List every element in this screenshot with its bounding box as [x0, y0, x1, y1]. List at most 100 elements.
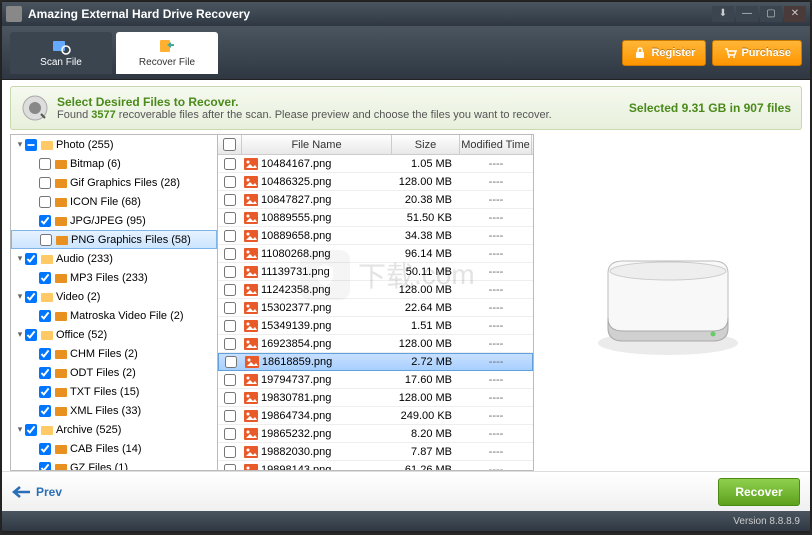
tree-checkbox[interactable] [39, 196, 51, 208]
table-row[interactable]: 11080268.png96.14 MB---- [218, 245, 533, 263]
tree-checkbox[interactable] [25, 291, 37, 303]
file-time: ---- [460, 176, 532, 188]
tree-checkbox[interactable] [39, 177, 51, 189]
tree-item[interactable]: Gif Graphics Files (28) [11, 173, 217, 192]
table-row[interactable]: 10484167.png1.05 MB---- [218, 155, 533, 173]
tree-item[interactable]: ODT Files (2) [11, 363, 217, 382]
table-row[interactable]: 19882030.png7.87 MB---- [218, 443, 533, 461]
tree-item[interactable]: GZ Files (1) [11, 458, 217, 471]
tree-checkbox[interactable] [40, 234, 52, 246]
table-row[interactable]: 15302377.png22.64 MB---- [218, 299, 533, 317]
row-checkbox[interactable] [224, 374, 236, 386]
file-size: 8.20 MB [392, 428, 460, 440]
tree-checkbox[interactable] [39, 310, 51, 322]
select-all-checkbox[interactable] [223, 138, 236, 151]
expand-icon[interactable]: ▾ [15, 329, 25, 340]
expand-icon[interactable]: ▾ [15, 253, 25, 264]
table-row[interactable]: 19830781.png128.00 MB---- [218, 389, 533, 407]
tree-item[interactable]: ▾Audio (233) [11, 249, 217, 268]
tree-item[interactable]: TXT Files (15) [11, 382, 217, 401]
category-tree[interactable]: ▾Photo (255)Bitmap (6)Gif Graphics Files… [10, 134, 218, 471]
minimize-button[interactable]: — [736, 6, 758, 22]
row-checkbox[interactable] [224, 284, 236, 296]
table-row[interactable]: 10889555.png51.50 KB---- [218, 209, 533, 227]
tree-item[interactable]: PNG Graphics Files (58) [11, 230, 217, 249]
tree-checkbox[interactable] [39, 405, 51, 417]
tree-checkbox[interactable] [39, 367, 51, 379]
table-row[interactable]: 19794737.png17.60 MB---- [218, 371, 533, 389]
tree-item[interactable]: Bitmap (6) [11, 154, 217, 173]
row-checkbox[interactable] [224, 464, 236, 471]
register-button[interactable]: Register [622, 40, 706, 66]
col-time[interactable]: Modified Time [460, 135, 532, 154]
tree-item[interactable]: XML Files (33) [11, 401, 217, 420]
tab-recover-file[interactable]: Recover File [116, 32, 218, 74]
tree-checkbox[interactable] [39, 215, 51, 227]
tree-checkbox[interactable] [25, 424, 37, 436]
table-row[interactable]: 10847827.png20.38 MB---- [218, 191, 533, 209]
tree-checkbox[interactable] [39, 348, 51, 360]
table-row[interactable]: 15349139.png1.51 MB---- [218, 317, 533, 335]
tree-item[interactable]: CHM Files (2) [11, 344, 217, 363]
row-checkbox[interactable] [224, 320, 236, 332]
tree-item[interactable]: ▾Office (52) [11, 325, 217, 344]
recover-button[interactable]: Recover [718, 478, 800, 506]
file-name: 15302377.png [261, 302, 331, 314]
tree-item[interactable]: ▾Archive (525) [11, 420, 217, 439]
table-row[interactable]: 18618859.png2.72 MB---- [218, 353, 533, 371]
row-checkbox[interactable] [224, 266, 236, 278]
row-checkbox[interactable] [224, 392, 236, 404]
tree-item[interactable]: Matroska Video File (2) [11, 306, 217, 325]
tree-item[interactable]: ▾Video (2) [11, 287, 217, 306]
row-checkbox[interactable] [224, 428, 236, 440]
tree-checkbox[interactable] [39, 462, 51, 472]
table-row[interactable]: 19864734.png249.00 KB---- [218, 407, 533, 425]
table-body[interactable]: 10484167.png1.05 MB----10486325.png128.0… [218, 155, 533, 470]
tree-item[interactable]: JPG/JPEG (95) [11, 211, 217, 230]
row-checkbox[interactable] [225, 356, 237, 368]
tree-item[interactable]: CAB Files (14) [11, 439, 217, 458]
table-row[interactable]: 10889658.png34.38 MB---- [218, 227, 533, 245]
tree-item[interactable]: MP3 Files (233) [11, 268, 217, 287]
png-icon [244, 194, 258, 206]
file-time: ---- [460, 410, 532, 422]
tree-checkbox[interactable] [25, 139, 37, 151]
maximize-button[interactable]: ▢ [760, 6, 782, 22]
prev-button[interactable]: Prev [12, 485, 62, 499]
row-checkbox[interactable] [224, 230, 236, 242]
table-row[interactable]: 19898143.png61.26 MB---- [218, 461, 533, 470]
tree-checkbox[interactable] [25, 329, 37, 341]
row-checkbox[interactable] [224, 446, 236, 458]
table-row[interactable]: 19865232.png8.20 MB---- [218, 425, 533, 443]
col-check[interactable] [218, 135, 242, 154]
tree-checkbox[interactable] [39, 386, 51, 398]
download-button[interactable]: ⬇ [712, 6, 734, 22]
expand-icon[interactable]: ▾ [15, 291, 25, 302]
tree-checkbox[interactable] [39, 272, 51, 284]
tree-checkbox[interactable] [39, 158, 51, 170]
col-name[interactable]: File Name [242, 135, 392, 154]
tree-item[interactable]: ▾Photo (255) [11, 135, 217, 154]
row-checkbox[interactable] [224, 194, 236, 206]
purchase-button[interactable]: Purchase [712, 40, 802, 66]
expand-icon[interactable]: ▾ [15, 424, 25, 435]
tab-scan-file[interactable]: Scan File [10, 32, 112, 74]
expand-icon[interactable]: ▾ [15, 139, 25, 150]
row-checkbox[interactable] [224, 248, 236, 260]
row-checkbox[interactable] [224, 212, 236, 224]
row-checkbox[interactable] [224, 176, 236, 188]
col-size[interactable]: Size [392, 135, 460, 154]
table-row[interactable]: 16923854.png128.00 MB---- [218, 335, 533, 353]
table-row[interactable]: 10486325.png128.00 MB---- [218, 173, 533, 191]
row-checkbox[interactable] [224, 302, 236, 314]
tree-checkbox[interactable] [39, 443, 51, 455]
table-row[interactable]: 11242358.png128.00 MB---- [218, 281, 533, 299]
tree-item[interactable]: ICON File (68) [11, 192, 217, 211]
tree-checkbox[interactable] [25, 253, 37, 265]
close-button[interactable]: ✕ [784, 6, 806, 22]
row-checkbox[interactable] [224, 338, 236, 350]
row-checkbox[interactable] [224, 410, 236, 422]
row-checkbox[interactable] [224, 158, 236, 170]
png-icon [244, 302, 258, 314]
table-row[interactable]: 11139731.png50.11 MB---- [218, 263, 533, 281]
